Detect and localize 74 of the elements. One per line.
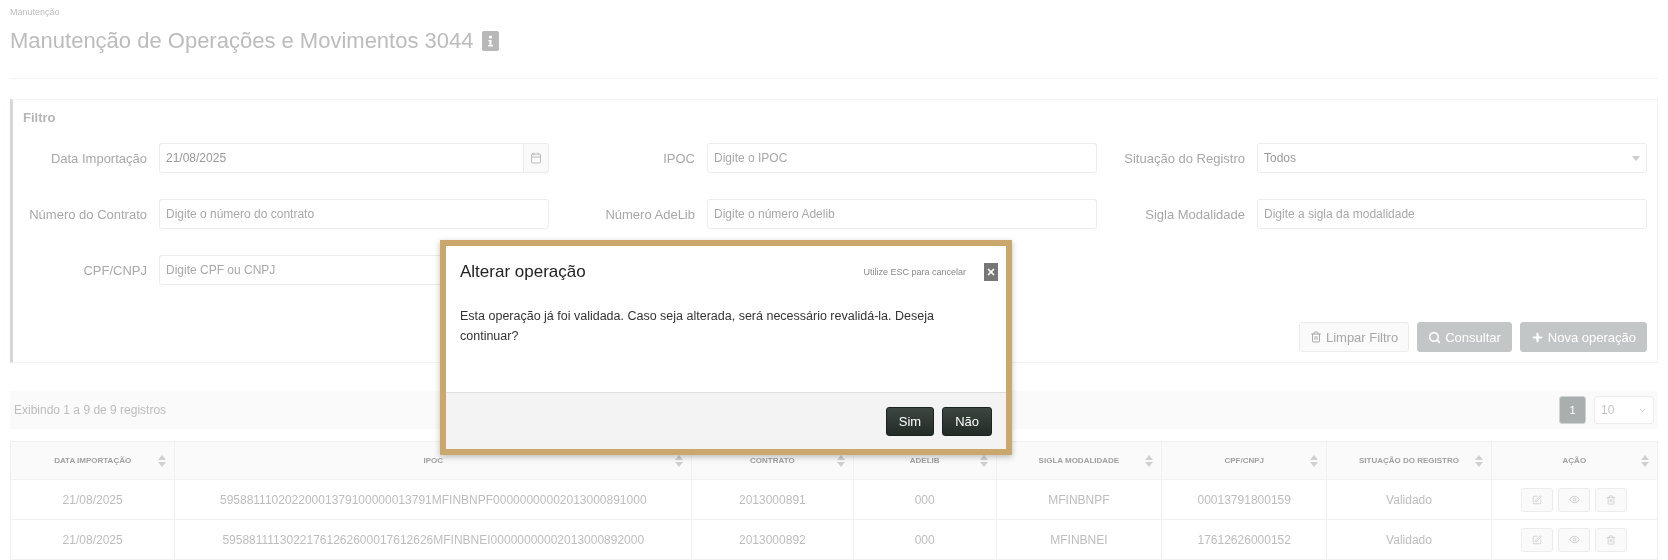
column-header[interactable]: SITUAÇÃO DO REGISTRO — [1326, 441, 1492, 480]
caret-icon — [1632, 155, 1640, 161]
table-cell: 00013791800159 — [1161, 479, 1327, 520]
calendar-icon — [530, 152, 542, 164]
edit-button[interactable] — [1521, 487, 1554, 512]
eye-icon — [1568, 494, 1580, 505]
field-label: Número do Contrato — [28, 206, 147, 222]
table-cell: MFINBNEI — [996, 519, 1162, 560]
column-header[interactable]: DATA IMPORTAÇÃO — [10, 441, 175, 480]
dialog-hint: Utilize ESC para cancelar — [863, 267, 966, 277]
table-cell: 59588111020220001379100000013791MFINBNPF00000000002013000891000 — [174, 479, 692, 520]
page-button[interactable]: 1 — [1559, 396, 1586, 424]
field-label: Data Importação — [49, 150, 147, 166]
column-header[interactable]: CPF/CNPJ — [1161, 441, 1327, 480]
table-cell: 2013000892 — [691, 519, 853, 560]
table-cell: Validado — [1326, 479, 1492, 520]
table-cell: 21/08/2025 — [10, 519, 175, 560]
delete-button[interactable] — [1595, 527, 1628, 552]
trash-icon — [1606, 534, 1617, 545]
dialog-message: Esta operação já foi validada. Caso seja alterada, será necessário revalidá-la. Deseja continuar? — [459, 308, 935, 345]
sort-icon[interactable] — [1474, 455, 1483, 467]
page-title: Manutenção de Operações e Movimentos 3044 — [10, 28, 474, 54]
sort-icon[interactable] — [1145, 455, 1154, 467]
view-button[interactable] — [1558, 527, 1591, 552]
new-operation-button[interactable]: Nova operação — [1519, 322, 1647, 352]
column-header[interactable]: SIGLA MODALIDADE — [996, 441, 1162, 480]
input-field[interactable]: Digite a sigla da modalidade — [1257, 199, 1647, 229]
input-field[interactable]: Digite o número do contrato — [159, 199, 549, 229]
plus-icon — [1530, 330, 1544, 344]
date-field[interactable]: 21/08/2025 — [159, 143, 524, 173]
table-cell: Validado — [1326, 519, 1492, 560]
field-label: Situação do Registro — [1123, 150, 1245, 166]
close-button[interactable] — [984, 263, 998, 281]
eye-icon — [1568, 534, 1580, 545]
search-button[interactable]: Consultar — [1417, 322, 1512, 352]
breadcrumb[interactable]: Manutenção — [10, 0, 1658, 17]
info-icon[interactable] — [481, 31, 499, 51]
search-icon — [1428, 330, 1442, 344]
table-cell: 000 — [853, 519, 997, 560]
edit-button[interactable] — [1521, 527, 1554, 552]
field-label: Número AdeLib — [604, 206, 695, 222]
table-cell: 17612626000152 — [1161, 519, 1327, 560]
select-field[interactable]: Todos — [1257, 143, 1647, 173]
sort-icon[interactable] — [675, 455, 684, 467]
panel-title: Filtro — [23, 110, 57, 125]
record-count: Exibindo 1 a 9 de 9 registros — [14, 403, 167, 417]
sort-icon[interactable] — [979, 455, 988, 467]
cancel-button[interactable]: Não — [942, 406, 992, 436]
view-button[interactable] — [1558, 487, 1591, 512]
input-field[interactable]: Digite o número Adelib — [707, 199, 1097, 229]
sort-icon[interactable] — [836, 455, 845, 467]
table-cell: 21/08/2025 — [10, 479, 175, 520]
delete-button[interactable] — [1595, 487, 1628, 512]
table-cell: MFINBNPF — [996, 479, 1162, 520]
trash-icon — [1606, 494, 1617, 505]
field-label: IPOC — [662, 150, 695, 166]
clear-filter-button[interactable]: Limpar Filtro — [1298, 322, 1410, 352]
page-size-select[interactable]: 10 — [1594, 396, 1654, 424]
trash-icon — [1309, 331, 1322, 343]
input-field[interactable]: Digite o IPOC — [707, 143, 1097, 173]
close-icon — [986, 267, 996, 277]
table-cell: 2013000891 — [691, 479, 853, 520]
edit-icon — [1532, 534, 1543, 545]
confirm-button[interactable]: Sim — [885, 406, 935, 436]
table-cell: 000 — [853, 479, 997, 520]
table-cell: 59588111130221761262600017612626MFINBNEI00000000002013000892000 — [174, 519, 692, 560]
field-label: CPF/CNPJ — [82, 262, 147, 278]
field-label: Sigla Modalidade — [1144, 206, 1245, 222]
edit-icon — [1532, 494, 1543, 505]
column-header[interactable]: AÇÃO — [1491, 441, 1658, 480]
sort-icon[interactable] — [1310, 455, 1319, 467]
sort-icon[interactable] — [1641, 455, 1649, 467]
sort-icon[interactable] — [158, 455, 167, 467]
calendar-button[interactable] — [524, 143, 549, 173]
